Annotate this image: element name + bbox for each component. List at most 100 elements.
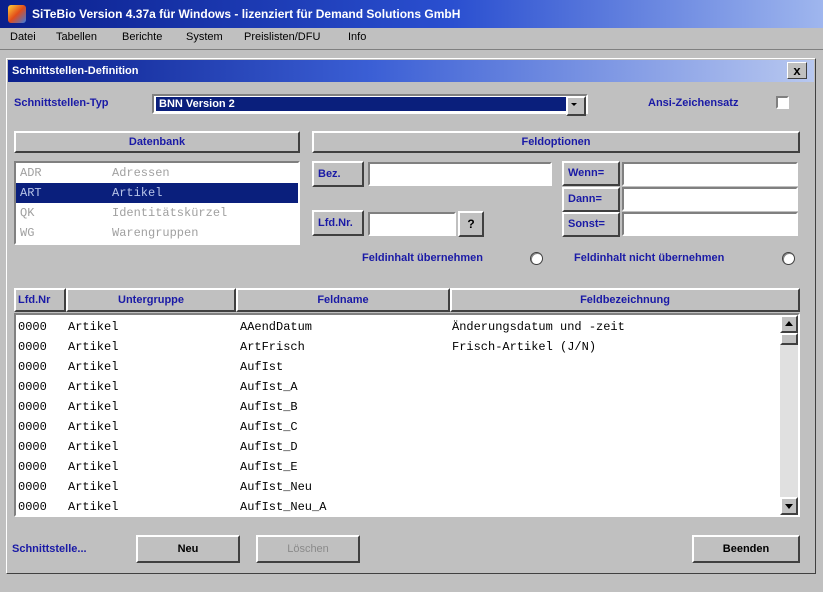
menu-bar: Datei Tabellen Berichte System Preislist… [0,28,823,50]
col-header-lfdnr[interactable]: Lfd.Nr [14,288,66,312]
radio-take[interactable] [530,252,543,265]
fields-table[interactable]: 0000 Artikel AAendDatum Änderungsdatum u… [14,313,800,517]
close-button[interactable]: x [787,62,807,79]
menu-system[interactable]: System [186,31,223,43]
cell-feldname: AufIst_B [240,400,298,414]
cell-feldname: AufIst_D [240,440,298,454]
cell-untergruppe: Artikel [68,480,119,494]
cell-untergruppe: Artikel [68,420,119,434]
radio-not-take[interactable] [782,252,795,265]
table-row[interactable]: 0000 Artikel AufIst_D [16,437,782,457]
cell-lfdnr: 0000 [18,400,47,414]
db-name: Artikel [112,186,163,200]
cell-lfdnr: 0000 [18,320,47,334]
database-list[interactable]: ADR Adressen ART Artikel QK Identitätskü… [14,161,300,245]
cell-lfdnr: 0000 [18,480,47,494]
cell-lfdnr: 0000 [18,340,47,354]
database-header: Datenbank [14,131,300,153]
chevron-down-icon[interactable] [566,96,586,116]
scroll-up-arrow-icon[interactable] [780,315,798,333]
lfdnr-input[interactable] [368,212,456,236]
table-row[interactable]: 0000 Artikel AufIst_A [16,377,782,397]
menu-datei[interactable]: Datei [10,31,36,43]
table-row[interactable]: 0000 Artikel AufIst_B [16,397,782,417]
radio-take-label: Feldinhalt übernehmen [362,252,484,264]
cell-feldbezeichnung: Änderungsdatum und -zeit [452,320,625,334]
cell-untergruppe: Artikel [68,440,119,454]
new-button[interactable]: Neu [136,535,240,563]
cell-untergruppe: Artikel [68,320,119,334]
col-header-untergruppe[interactable]: Untergruppe [66,288,236,312]
cell-untergruppe: Artikel [68,380,119,394]
scroll-down-arrow-icon[interactable] [780,497,798,515]
interface-type-select[interactable]: BNN Version 2 [152,94,588,116]
db-code: QK [20,206,35,220]
cell-lfdnr: 0000 [18,380,47,394]
table-row[interactable]: 0000 Artikel AufIst_Neu_A [16,497,782,515]
lookup-button[interactable]: ? [458,211,484,237]
bez-input[interactable] [368,162,552,186]
cell-untergruppe: Artikel [68,400,119,414]
cell-feldname: AufIst [240,360,284,374]
interface-type-value: BNN Version 2 [156,97,569,111]
cell-untergruppe: Artikel [68,340,119,354]
cell-lfdnr: 0000 [18,500,47,514]
wenn-input[interactable] [622,162,798,186]
cell-feldbezeichnung: Frisch-Artikel (J/N) [452,340,597,354]
wenn-label: Wenn= [562,161,620,186]
table-row[interactable]: 0000 Artikel AufIst_C [16,417,782,437]
app-icon [8,5,26,23]
dann-input[interactable] [622,187,798,211]
col-header-feldname[interactable]: Feldname [236,288,450,312]
db-code: WG [20,226,35,240]
radio-not-take-label: Feldinhalt nicht übernehmen [574,252,725,264]
ansi-checkbox[interactable] [776,96,789,109]
cell-feldname: AufIst_E [240,460,298,474]
list-item[interactable]: WG Warengruppen [16,223,298,243]
menu-info[interactable]: Info [348,31,366,43]
cell-feldname: AufIst_Neu_A [240,500,327,514]
cell-lfdnr: 0000 [18,460,47,474]
table-row[interactable]: 0000 Artikel AufIst_Neu [16,477,782,497]
table-scrollbar[interactable] [780,315,798,515]
menu-berichte[interactable]: Berichte [122,31,162,43]
table-row[interactable]: 0000 Artikel AufIst [16,357,782,377]
lfdnr-label: Lfd.Nr. [312,210,364,236]
interface-type-label: Schnittstellen-Typ [14,97,109,109]
cell-lfdnr: 0000 [18,440,47,454]
table-row[interactable]: 0000 Artikel AufIst_E [16,457,782,477]
table-row[interactable]: 0000 Artikel AAendDatum Änderungsdatum u… [16,317,782,337]
cell-untergruppe: Artikel [68,460,119,474]
bez-label: Bez. [312,161,364,187]
cell-untergruppe: Artikel [68,500,119,514]
cell-feldname: AufIst_A [240,380,298,394]
exit-button[interactable]: Beenden [692,535,800,563]
scroll-thumb[interactable] [780,333,798,345]
menu-preislisten[interactable]: Preislisten/DFU [244,31,320,43]
sonst-input[interactable] [622,212,798,236]
cell-feldname: ArtFrisch [240,340,305,354]
cell-lfdnr: 0000 [18,420,47,434]
db-name: Identitätskürzel [112,206,228,220]
menu-tabellen[interactable]: Tabellen [56,31,97,43]
cell-feldname: AufIst_Neu [240,480,313,494]
cell-feldname: AufIst_C [240,420,298,434]
cell-feldname: AAendDatum [240,320,313,334]
table-row[interactable]: 0000 Artikel ArtFrisch Frisch-Artikel (J… [16,337,782,357]
app-title-bar: SiTeBio Version 4.37a für Windows - lize… [0,0,823,28]
col-header-feldbezeichnung[interactable]: Feldbezeichnung [450,288,800,312]
db-name: Warengruppen [112,226,199,240]
sonst-label: Sonst= [562,212,620,237]
app-title: SiTeBio Version 4.37a für Windows - lize… [32,7,461,21]
list-item[interactable]: QK Identitätskürzel [16,203,298,223]
list-item-selected[interactable]: ART Artikel [16,183,298,203]
ansi-label: Ansi-Zeichensatz [648,97,739,109]
dialog-title: Schnittstellen-Definition [8,60,814,82]
db-code: ART [20,186,42,200]
field-options-header: Feldoptionen [312,131,800,153]
db-name: Adressen [112,166,170,180]
list-item[interactable]: ADR Adressen [16,163,298,183]
interface-link[interactable]: Schnittstelle... [12,543,87,555]
cell-untergruppe: Artikel [68,360,119,374]
delete-button[interactable]: Löschen [256,535,360,563]
